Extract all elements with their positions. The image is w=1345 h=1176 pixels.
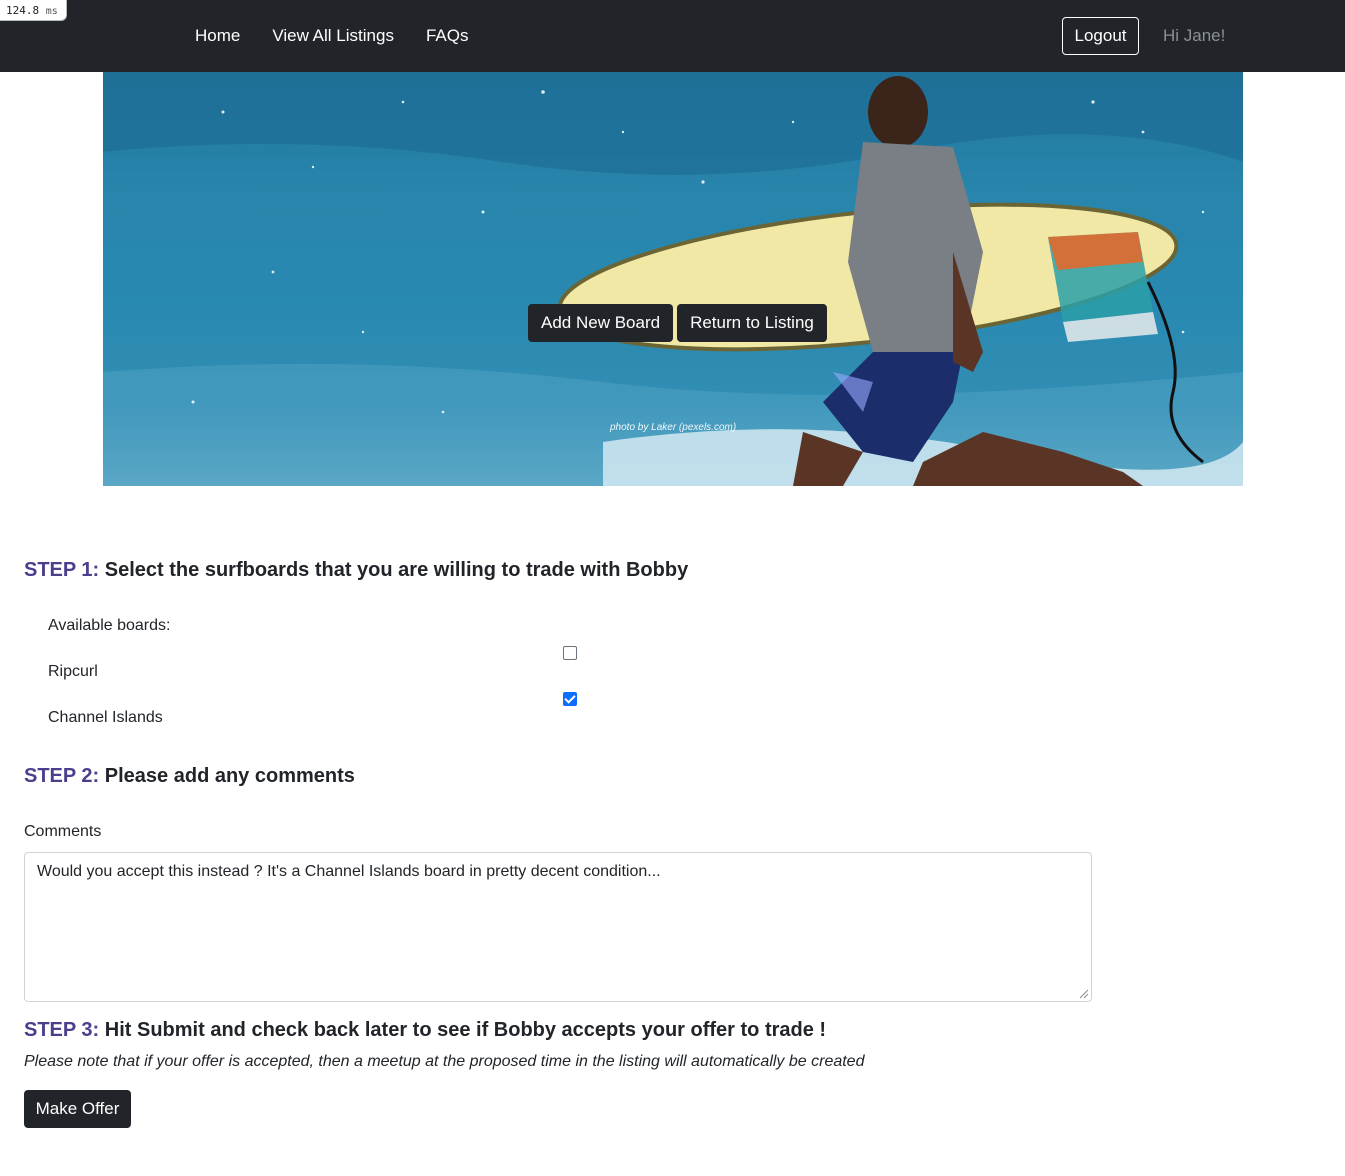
comments-textarea[interactable]: Would you accept this instead ? It's a C… (24, 852, 1092, 1002)
return-to-listing-button[interactable]: Return to Listing (677, 304, 827, 342)
hero-banner: Add New Board Return to Listing photo by… (103, 72, 1243, 486)
nav-link-view-all-listings[interactable]: View All Listings (272, 26, 394, 46)
step2-text: Please add any comments (104, 765, 355, 787)
comments-label: Comments (24, 823, 102, 840)
available-boards-label: Available boards: (48, 617, 171, 634)
logout-button[interactable]: Logout (1062, 17, 1139, 55)
resize-grip-icon[interactable] (1077, 987, 1089, 999)
user-greeting: Hi Jane! (1163, 26, 1226, 45)
nav-link-faqs[interactable]: FAQs (426, 26, 469, 46)
step3-text: Hit Submit and check back later to see i… (104, 1019, 827, 1041)
nav-links: Home View All Listings FAQs (195, 0, 468, 72)
hero-button-group: Add New Board Return to Listing (528, 304, 827, 342)
step3-label: STEP 3: (24, 1019, 100, 1041)
step1-text: Select the surfboards that you are willi… (104, 559, 689, 581)
step2-label: STEP 2: (24, 765, 100, 787)
board-checkbox-channel-islands[interactable] (563, 692, 577, 706)
step3-heading: STEP 3: Hit Submit and check back later … (24, 1019, 826, 1042)
comments-value: Would you accept this instead ? It's a C… (37, 863, 661, 880)
acceptance-note: Please note that if your offer is accept… (24, 1053, 865, 1070)
step2-heading: STEP 2: Please add any comments (24, 765, 355, 788)
top-navbar: Home View All Listings FAQs Logout Hi Ja… (0, 0, 1345, 72)
step1-label: STEP 1: (24, 559, 100, 581)
photo-credit: photo by Laker (pexels.com) (610, 422, 737, 433)
add-new-board-button[interactable]: Add New Board (528, 304, 674, 342)
board-checkbox-ripcurl[interactable] (563, 646, 577, 660)
board-name-ripcurl: Ripcurl (48, 663, 98, 680)
render-timing-badge: 124.8 ms (0, 0, 67, 21)
render-timing-value: 124.8 (6, 4, 40, 17)
nav-link-home[interactable]: Home (195, 26, 240, 46)
render-timing-unit: ms (45, 6, 58, 17)
step1-heading: STEP 1: Select the surfboards that you a… (24, 559, 688, 582)
board-name-channel-islands: Channel Islands (48, 709, 163, 726)
make-offer-button[interactable]: Make Offer (24, 1090, 131, 1128)
